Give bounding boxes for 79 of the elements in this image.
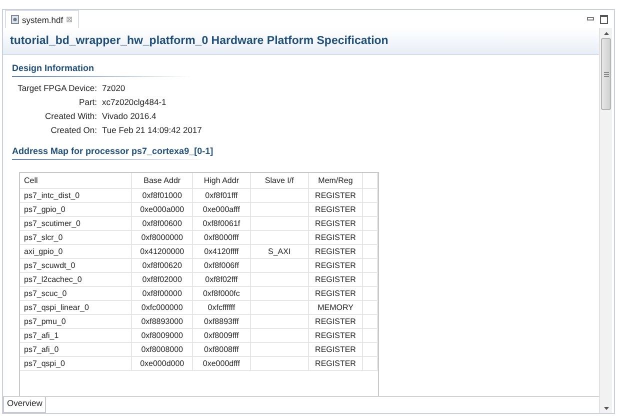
page-tab[interactable]: Overview: [3, 397, 46, 413]
table-cell: 0xf8f02000: [142, 274, 182, 284]
table-cell: 0x41200000: [140, 246, 184, 256]
grip-icon: [604, 72, 608, 76]
table-cell: ps7_scuwdt_0: [24, 260, 76, 270]
section-heading: Address Map for processor ps7_cortexa9_[0-1]: [12, 146, 212, 160]
file-icon: [11, 15, 19, 24]
table-cell: S_AXI: [268, 246, 291, 256]
table-cell: ps7_slcr_0: [24, 232, 63, 242]
table-cell: 0xe000afff: [202, 204, 240, 214]
table-cell: 0xf8008fff: [204, 344, 239, 354]
table-cell: ps7_l2cachec_0: [24, 274, 82, 284]
table-cell: REGISTER: [315, 204, 356, 214]
table-cell: ps7_gpio_0: [24, 204, 66, 214]
table-cell: 0xf8f01000: [142, 190, 182, 200]
editor-tab[interactable]: system.hdf ⊠: [5, 10, 80, 28]
table-cell: 0xfc000000: [141, 302, 183, 312]
table-cell: ps7_pmu_0: [24, 316, 66, 326]
field-value: xc7z020clg484-1: [102, 96, 168, 109]
table-cell: REGISTER: [315, 218, 356, 228]
field-value: Vivado 2016.4: [102, 110, 158, 123]
table-cell: ps7_qspi_linear_0: [24, 302, 89, 312]
scroll-down-icon[interactable]: [604, 406, 608, 410]
table-cell: 0xf8f01fff: [205, 190, 238, 200]
table-cell: 0xf8f00620: [142, 260, 182, 270]
field-label: Target FPGA Device:: [16, 82, 97, 95]
section-heading: Design Information: [12, 63, 192, 77]
scroll-up-icon[interactable]: [604, 32, 608, 34]
table-cell: ps7_afi_1: [24, 330, 59, 340]
table-cell: REGISTER: [315, 330, 356, 340]
table-cell: axi_gpio_0: [24, 246, 63, 256]
table-cell: 0xe000d000: [140, 358, 184, 368]
table-cell: ps7_intc_dist_0: [24, 190, 80, 200]
column-header[interactable]: High Addr: [192, 173, 251, 188]
table-cell: REGISTER: [315, 316, 356, 326]
column-header[interactable]: Cell: [20, 173, 132, 188]
table-cell: 0xf8009fff: [204, 330, 239, 340]
table-cell: 0xf8f00600: [142, 218, 182, 228]
field-label: Created On:: [50, 124, 97, 137]
table-cell: ps7_qspi_0: [24, 358, 65, 368]
table-cell: 0xe000a000: [140, 204, 184, 214]
minimize-icon[interactable]: [587, 17, 594, 21]
field-label: Part:: [78, 96, 97, 109]
table-cell: 0x4120ffff: [204, 246, 239, 256]
tab-label: system.hdf: [22, 14, 64, 24]
table-cell: 0xf8893000: [141, 316, 184, 326]
table-cell: REGISTER: [315, 358, 356, 368]
table-cell: 0xf8f000fc: [202, 288, 240, 298]
table-cell: REGISTER: [315, 344, 356, 354]
column-header[interactable]: Base Addr: [132, 173, 192, 188]
column-header[interactable]: Mem/Reg: [308, 173, 363, 188]
field-label: Created With:: [44, 110, 97, 123]
table-cell: 0xe000dfff: [202, 358, 240, 368]
table-cell: ps7_scuc_0: [24, 288, 67, 298]
page-title: tutorial_bd_wrapper_hw_platform_0 Hardware Platform Specification: [3, 28, 599, 55]
table-cell: 0xf8f02fff: [205, 274, 238, 284]
table-cell: REGISTER: [315, 232, 356, 242]
table-cell: 0xf8008000: [141, 344, 184, 354]
maximize-icon[interactable]: [600, 14, 608, 24]
scrollbar[interactable]: [599, 28, 612, 413]
table-cell: 0xf8f0061f: [202, 218, 240, 228]
table-cell: 0xf8893fff: [204, 316, 239, 326]
table-cell: REGISTER: [315, 246, 356, 256]
field-value: Tue Feb 21 14:09:42 2017: [102, 124, 203, 137]
table-cell: REGISTER: [315, 190, 356, 200]
table-cell: REGISTER: [315, 260, 356, 270]
table-cell: 0xf8f006ff: [204, 260, 239, 270]
column-header[interactable]: Slave I/f: [250, 173, 308, 188]
table-cell: REGISTER: [315, 288, 356, 298]
table-cell: ps7_afi_0: [24, 344, 59, 354]
table-cell: 0xf8000000: [141, 232, 184, 242]
table-cell: 0xf8009000: [141, 330, 184, 340]
table-cell: REGISTER: [315, 274, 356, 284]
field-value: 7z020: [102, 82, 126, 95]
table-cell: 0xfcffffff: [208, 302, 236, 312]
table-cell: 0xf8f00000: [142, 288, 182, 298]
table-cell: ps7_scutimer_0: [24, 218, 80, 228]
table-cell: MEMORY: [318, 302, 354, 312]
table-cell: 0xf8000fff: [204, 232, 239, 242]
